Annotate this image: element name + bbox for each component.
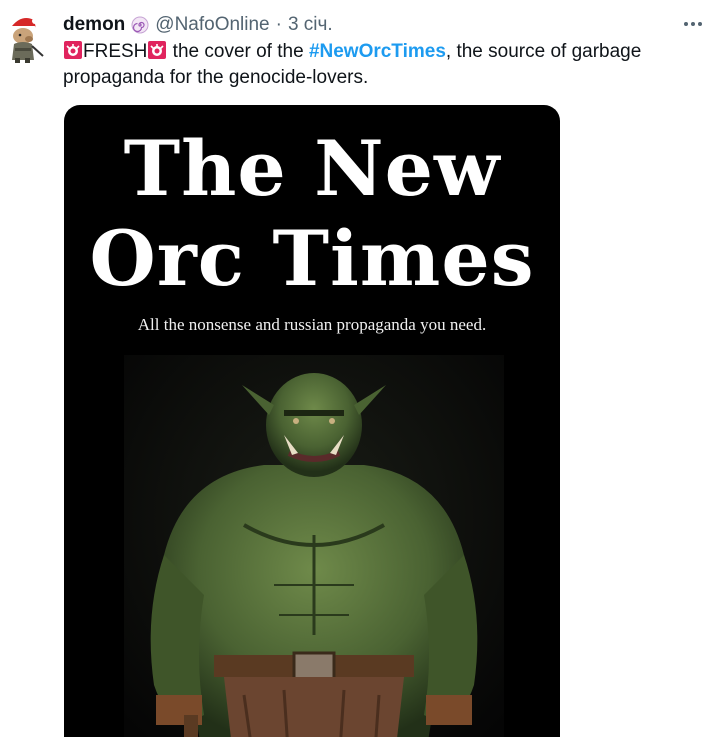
- tweet-timestamp[interactable]: 3 січ.: [288, 14, 333, 36]
- hashtag-link[interactable]: #NewOrcTimes: [309, 41, 446, 62]
- tweet-word-fresh: FRESH: [83, 41, 148, 62]
- swirl-badge-icon: [131, 16, 149, 34]
- author-avatar[interactable]: [4, 12, 46, 64]
- rotating-light-emoji-icon: [64, 41, 82, 59]
- header-separator: ·: [275, 14, 282, 35]
- tweet-text: FRESH the cover of the #NewOrcTimes, the…: [63, 39, 703, 91]
- tweet-header: demon @NafoOnline · 3 січ.: [63, 12, 333, 38]
- cover-title-line-1: The New: [123, 124, 501, 213]
- author-display-name[interactable]: demon: [63, 14, 125, 36]
- cover-title-line-2: Orc Times: [89, 214, 535, 303]
- dog-with-santa-hat-avatar-icon: [11, 18, 44, 63]
- orc-illustration-icon: [124, 355, 504, 737]
- more-options-button[interactable]: [679, 12, 707, 36]
- tweet-media-image[interactable]: The New Orc Times All the nonsense and r…: [64, 105, 560, 737]
- tweet: demon @NafoOnline · 3 січ. FRESH the cov…: [0, 0, 723, 737]
- tweet-text-before-hashtag: the cover of the: [167, 41, 309, 62]
- cover-tagline: All the nonsense and russian propaganda …: [137, 315, 487, 334]
- more-horizontal-icon: [684, 22, 702, 26]
- rotating-light-emoji-icon: [148, 41, 167, 59]
- author-handle[interactable]: @NafoOnline: [155, 14, 269, 36]
